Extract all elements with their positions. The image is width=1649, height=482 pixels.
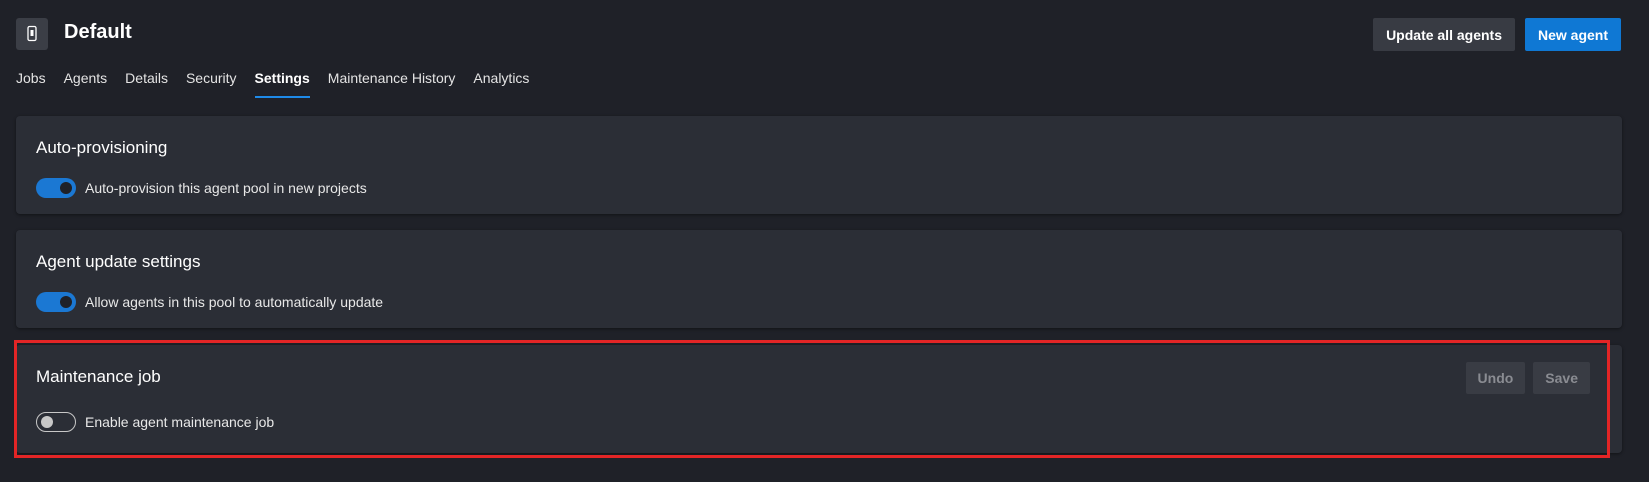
save-button[interactable]: Save xyxy=(1533,362,1590,394)
agent-auto-update-toggle-label: Allow agents in this pool to automatical… xyxy=(85,294,384,310)
page-title: Default xyxy=(64,21,132,43)
tab-settings[interactable]: Settings xyxy=(254,60,311,98)
tab-agents[interactable]: Agents xyxy=(64,60,108,98)
undo-button[interactable]: Undo xyxy=(1465,362,1526,394)
new-agent-button[interactable]: New agent xyxy=(1524,18,1621,51)
maintenance-job-actions: Undo Save xyxy=(1465,362,1590,394)
agent-auto-update-toggle[interactable] xyxy=(36,292,76,312)
toggle-knob xyxy=(60,182,72,194)
maintenance-job-title: Maintenance job xyxy=(36,367,161,386)
toggle-knob xyxy=(41,416,53,428)
maintenance-job-toggle[interactable] xyxy=(36,412,76,432)
agent-pool-icon xyxy=(16,18,48,50)
auto-provisioning-card: Auto-provisioning Auto-provision this ag… xyxy=(16,116,1622,214)
maintenance-job-toggle-label: Enable agent maintenance job xyxy=(85,414,275,430)
tab-jobs[interactable]: Jobs xyxy=(16,60,46,98)
agent-update-settings-card: Agent update settings Allow agents in th… xyxy=(16,230,1622,328)
tab-analytics[interactable]: Analytics xyxy=(473,60,529,98)
maintenance-job-card: Maintenance job Undo Save Enable agent m… xyxy=(16,345,1622,453)
tab-bar: Jobs Agents Details Security Settings Ma… xyxy=(16,60,547,98)
auto-provisioning-title: Auto-provisioning xyxy=(36,138,168,157)
tab-security[interactable]: Security xyxy=(186,60,237,98)
auto-provision-toggle[interactable] xyxy=(36,178,76,198)
tab-details[interactable]: Details xyxy=(125,60,168,98)
agent-update-toggle-row: Allow agents in this pool to automatical… xyxy=(36,292,383,312)
page: Default Update all agents New agent Jobs… xyxy=(0,0,1649,482)
header-actions: Update all agents New agent xyxy=(1373,18,1621,51)
auto-provision-toggle-row: Auto-provision this agent pool in new pr… xyxy=(36,178,367,198)
auto-provision-toggle-label: Auto-provision this agent pool in new pr… xyxy=(85,180,367,196)
phone-icon xyxy=(27,25,37,42)
update-all-agents-button[interactable]: Update all agents xyxy=(1373,18,1515,51)
maintenance-job-toggle-row: Enable agent maintenance job xyxy=(36,412,274,432)
agent-update-settings-title: Agent update settings xyxy=(36,252,201,271)
tab-maintenance-history[interactable]: Maintenance History xyxy=(328,60,456,98)
toggle-knob xyxy=(60,296,72,308)
